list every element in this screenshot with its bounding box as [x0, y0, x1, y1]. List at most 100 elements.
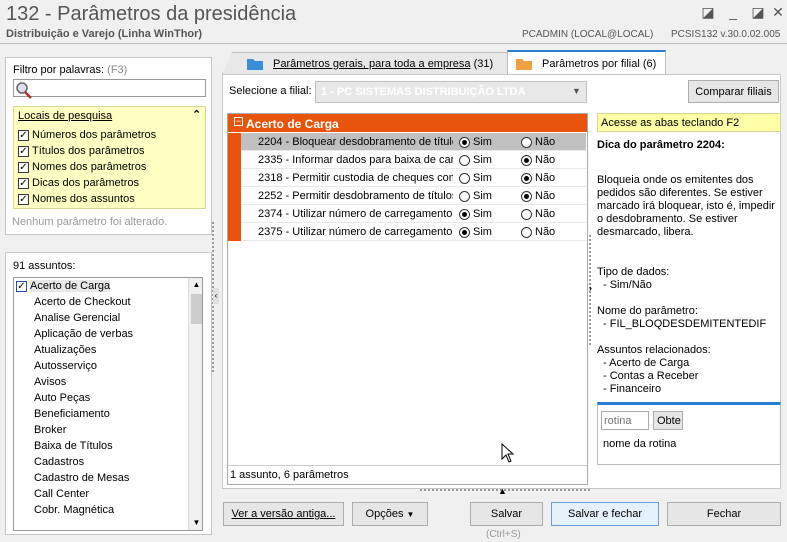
- locais-item[interactable]: ✓ Números dos parâmetros: [18, 129, 156, 141]
- options-label: Opções: [365, 508, 404, 520]
- radio-nao[interactable]: Não: [521, 172, 555, 184]
- list-item[interactable]: Cobr. Magnética: [34, 504, 114, 520]
- collapse-icon[interactable]: −: [234, 117, 243, 126]
- title-divider: [0, 43, 787, 44]
- locais-item-label: Dicas dos parâmetros: [32, 177, 139, 189]
- list-item[interactable]: Cadastros: [34, 456, 84, 472]
- list-item[interactable]: Autosserviço: [34, 360, 97, 376]
- scroll-up-icon[interactable]: ▲: [189, 280, 202, 289]
- close-button[interactable]: Fechar: [667, 502, 781, 526]
- chevron-right-icon[interactable]: ›: [589, 283, 596, 293]
- compare-filiais-button[interactable]: Comparar filiais: [688, 80, 779, 103]
- tipo-label: Tipo de dados:: [597, 266, 670, 278]
- scroll-down-icon[interactable]: ▼: [189, 518, 202, 527]
- grid-footer: 1 assunto, 6 parâmetros: [230, 469, 349, 481]
- list-item[interactable]: Beneficiamento: [34, 408, 110, 424]
- param-desc: 2335 - Informar dados para baixa de cart…: [258, 154, 453, 166]
- old-version-label: Ver a versão antiga...: [231, 508, 336, 520]
- list-scrollbar[interactable]: ▲ ▼: [188, 278, 202, 530]
- restore-icon[interactable]: ◪: [700, 4, 716, 21]
- checkbox-icon: ✓: [18, 193, 29, 205]
- tab-filial[interactable]: Parâmetros por filial (6): [507, 50, 666, 75]
- close-icon[interactable]: ✕: [770, 4, 786, 21]
- locais-item[interactable]: ✓ Dicas dos parâmetros: [18, 177, 139, 189]
- save-close-button[interactable]: Salvar e fechar: [551, 502, 659, 526]
- group-header[interactable]: − Acerto de Carga: [228, 114, 587, 132]
- list-item[interactable]: Avisos: [34, 376, 66, 392]
- cursor-icon: [501, 443, 515, 463]
- collapse-up-icon[interactable]: ⌃: [192, 108, 201, 121]
- radio-nao[interactable]: Não: [521, 190, 555, 202]
- scroll-thumb[interactable]: [191, 294, 202, 324]
- user-status: PCADMIN (LOCAL@LOCAL): [522, 29, 654, 40]
- related-subject: - Financeiro: [603, 383, 662, 395]
- radio-sim[interactable]: Sim: [459, 208, 492, 220]
- list-item[interactable]: Cadastro de Mesas: [34, 472, 129, 488]
- list-item[interactable]: Acerto de Checkout: [34, 296, 131, 312]
- filter-input[interactable]: [13, 79, 206, 99]
- table-row[interactable]: 2252 - Permitir desdobramento de títulos…: [228, 187, 586, 205]
- filter-panel: Filtro por palavras: (F3) Locais de pesq…: [5, 57, 212, 235]
- search-icon: [16, 82, 32, 99]
- locais-item[interactable]: ✓ Títulos dos parâmetros: [18, 145, 145, 157]
- radio-nao[interactable]: Não: [521, 136, 555, 148]
- list-item[interactable]: Call Center: [34, 488, 89, 504]
- help-body: Bloqueia onde os emitentes dos pedidos s…: [597, 174, 775, 238]
- table-row[interactable]: 2335 - Informar dados para baixa de cart…: [228, 151, 586, 169]
- filter-label: Filtro por palavras: (F3): [13, 64, 128, 76]
- table-row[interactable]: 2204 - Bloquear desdobramento de títulos…: [228, 133, 586, 151]
- parameters-grid: − Acerto de Carga 2204 - Bloquear desdob…: [227, 113, 588, 485]
- restore-icon[interactable]: ◪: [750, 4, 766, 21]
- minimize-icon[interactable]: _: [725, 4, 741, 20]
- related-subject: - Acerto de Carga: [603, 357, 690, 369]
- list-item[interactable]: Analise Gerencial: [34, 312, 120, 328]
- list-item[interactable]: Atualizações: [34, 344, 96, 360]
- rotina-box: Obte nome da rotina: [597, 402, 781, 465]
- radio-sim[interactable]: Sim: [459, 226, 492, 238]
- table-row[interactable]: 2375 - Utilizar número de carregamento a…: [228, 223, 586, 241]
- checkbox-icon: ✓: [18, 161, 29, 173]
- locais-item[interactable]: ✓ Nomes dos parâmetros: [18, 161, 146, 173]
- param-desc: 2375 - Utilizar número de carregamento a: [258, 226, 453, 238]
- list-item[interactable]: Auto Peças: [34, 392, 90, 408]
- radio-sim[interactable]: Sim: [459, 136, 492, 148]
- radio-sim[interactable]: Sim: [459, 154, 492, 166]
- nome-value: - FIL_BLOQDESDEMITENTEDIF: [603, 318, 767, 330]
- filial-label: Selecione a filial:: [229, 85, 312, 97]
- chevron-up-icon[interactable]: ▲: [498, 486, 507, 496]
- old-version-button[interactable]: Ver a versão antiga...: [223, 502, 344, 526]
- radio-nao[interactable]: Não: [521, 154, 555, 166]
- assuntos-list[interactable]: ✓ Acerto de Carga Acerto de Checkout Anal…: [13, 277, 203, 531]
- list-item[interactable]: Aplicação de verbas: [34, 328, 133, 344]
- assuntos-panel: 91 assuntos: ✓ Acerto de Carga Acerto de …: [5, 252, 212, 535]
- obter-button[interactable]: Obte: [653, 411, 683, 430]
- chevron-left-icon[interactable]: ‹: [213, 288, 219, 304]
- tab-gerais[interactable]: Parâmetros gerais, para toda a empresa (…: [222, 52, 509, 74]
- checkbox-icon: ✓: [18, 145, 29, 157]
- radio-sim[interactable]: Sim: [459, 190, 492, 202]
- radio-nao[interactable]: Não: [521, 208, 555, 220]
- filial-select-value: 1 - PC SISTEMAS DISTRIBUIÇÃO LTDA: [321, 86, 526, 98]
- folder-open-icon: [516, 59, 532, 70]
- help-heading: Dica do parâmetro 2204:: [597, 139, 725, 151]
- table-row[interactable]: 2318 - Permitir custodia de cheques com S…: [228, 169, 586, 187]
- filial-select[interactable]: 1 - PC SISTEMAS DISTRIBUIÇÃO LTDA ▼: [315, 81, 587, 103]
- assuntos-label: Assuntos relacionados:: [597, 344, 711, 356]
- save-button[interactable]: Salvar: [470, 502, 543, 526]
- list-item[interactable]: ✓ Acerto de Carga: [16, 280, 111, 296]
- radio-sim[interactable]: Sim: [459, 172, 492, 184]
- rotina-input[interactable]: [601, 411, 649, 430]
- assuntos-count: 91 assuntos:: [13, 260, 76, 272]
- options-button[interactable]: Opções ▼: [352, 502, 428, 526]
- group-title: Acerto de Carga: [246, 117, 339, 131]
- radio-nao[interactable]: Não: [521, 226, 555, 238]
- param-desc: 2252 - Permitir desdobramento de títulos: [258, 190, 453, 202]
- main-panel: Selecione a filial: 1 - PC SISTEMAS DIST…: [222, 74, 781, 489]
- rotina-label: nome da rotina: [603, 438, 677, 450]
- locais-box: Locais de pesquisa ⌃ ✓ Números dos parâme…: [13, 106, 206, 209]
- checkbox-icon: ✓: [18, 129, 29, 141]
- list-item[interactable]: Baixa de Títulos: [34, 440, 113, 456]
- table-row[interactable]: 2374 - Utilizar número de carregamento a…: [228, 205, 586, 223]
- locais-item[interactable]: ✓ Nomes dos assuntos: [18, 193, 135, 205]
- list-item[interactable]: Broker: [34, 424, 66, 440]
